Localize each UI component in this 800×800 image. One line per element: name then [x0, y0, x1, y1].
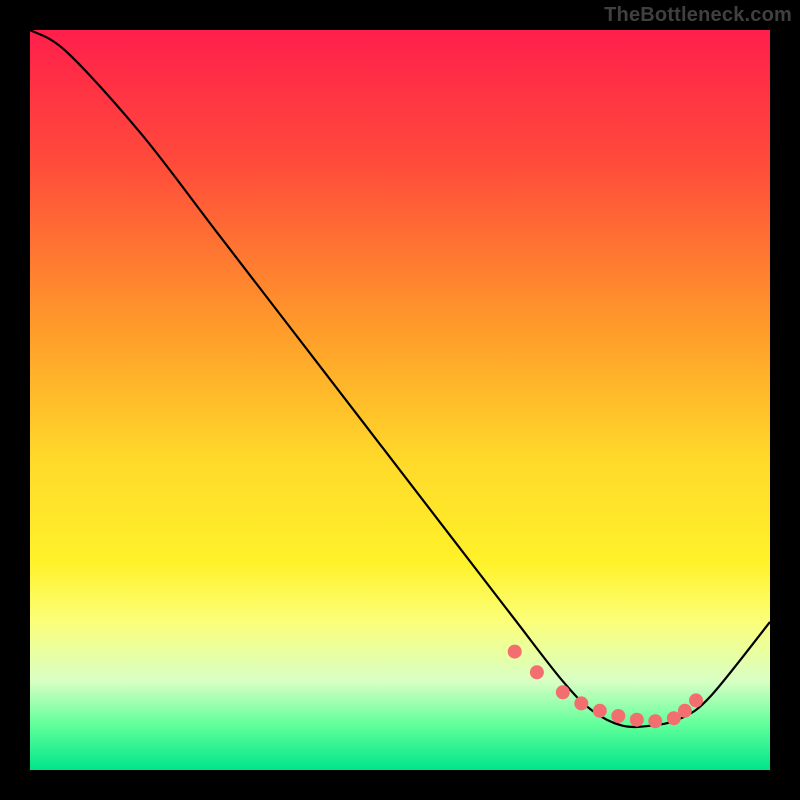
- bottleneck-curve: [30, 30, 770, 727]
- marker-dot: [508, 645, 522, 659]
- marker-dot: [630, 713, 644, 727]
- chart-frame: TheBottleneck.com: [0, 0, 800, 800]
- marker-dot: [611, 709, 625, 723]
- marker-dot: [530, 665, 544, 679]
- plot-area: [30, 30, 770, 770]
- marker-dot: [593, 704, 607, 718]
- marker-dot: [556, 685, 570, 699]
- marker-dot: [648, 714, 662, 728]
- marker-dot: [689, 693, 703, 707]
- chart-svg: [30, 30, 770, 770]
- marker-group: [508, 645, 703, 729]
- marker-dot: [574, 696, 588, 710]
- marker-dot: [678, 704, 692, 718]
- watermark-text: TheBottleneck.com: [604, 4, 792, 27]
